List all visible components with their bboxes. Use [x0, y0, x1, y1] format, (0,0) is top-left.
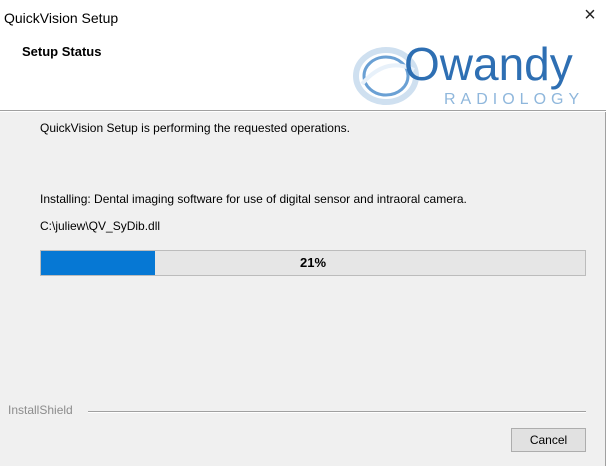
title-bar: QuickVision Setup × — [0, 0, 606, 34]
progress-bar: 21% — [40, 250, 586, 276]
progress-percent: 21% — [299, 255, 327, 270]
installing-text: Installing: Dental imaging software for … — [40, 192, 467, 206]
current-file-path: C:\juliew\QV_SyDib.dll — [40, 219, 161, 233]
close-button[interactable]: × — [578, 2, 602, 28]
cancel-button[interactable]: Cancel — [511, 428, 586, 452]
setup-window: QuickVision Setup × Setup Status Owandy … — [0, 0, 606, 466]
installshield-label: InstallShield — [8, 403, 73, 417]
owandy-logo: Owandy RADIOLOGY — [353, 38, 584, 108]
logo-tagline-text: RADIOLOGY — [444, 91, 584, 108]
page-title: Setup Status — [22, 44, 102, 59]
window-title: QuickVision Setup — [4, 10, 119, 26]
header-divider — [0, 110, 606, 112]
footer-divider — [88, 411, 586, 413]
status-text: QuickVision Setup is performing the requ… — [40, 121, 350, 135]
header-panel: Setup Status Owandy RADIOLOGY — [0, 34, 606, 110]
logo-brand-text: Owandy — [404, 38, 573, 90]
